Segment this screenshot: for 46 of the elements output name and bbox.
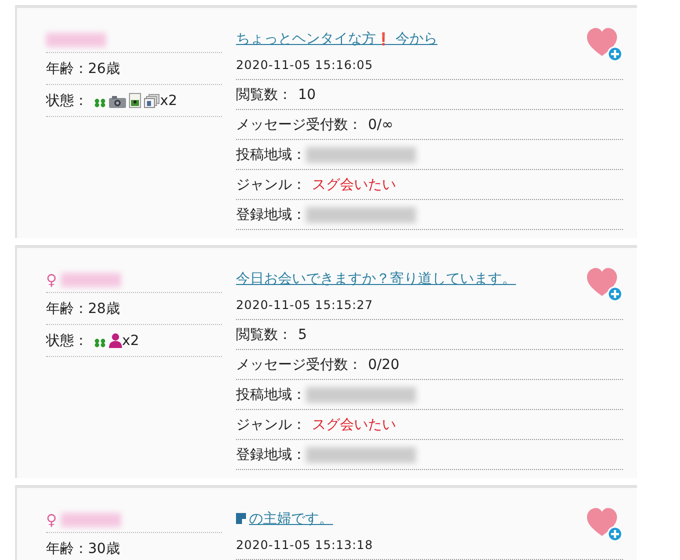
field-label: 投稿地域：: [236, 386, 306, 404]
gender-symbol: ♀: [46, 511, 57, 529]
blurred-name: [46, 33, 106, 47]
post-timestamp: 2020-11-05 15:13:18: [236, 538, 373, 552]
field-value: 0/20: [368, 356, 400, 372]
age-label: 年齢：: [46, 300, 88, 318]
post-title-link[interactable]: ちょっとヘンタイな方❗ 今から: [236, 30, 438, 48]
field-label: 投稿地域：: [236, 146, 306, 164]
age-label: 年齢：: [46, 540, 88, 558]
age-value: 26歳: [88, 60, 120, 78]
age-value: 30歳: [88, 540, 120, 558]
age-label: 年齢：: [46, 60, 88, 78]
field-label: 閲覧数：: [236, 86, 292, 104]
field-value: 0/∞: [368, 116, 394, 132]
status-count: x2: [160, 92, 178, 108]
clover-icon: [94, 98, 106, 108]
age-value: 28歳: [88, 300, 120, 318]
heart-plus-icon[interactable]: [587, 268, 623, 302]
heart-plus-icon[interactable]: [587, 28, 623, 62]
post-title-link[interactable]: の主婦です。: [236, 510, 333, 528]
field-label: 登録地域：: [236, 446, 306, 464]
blurred-name: [61, 273, 121, 287]
post-timestamp: 2020-11-05 15:15:27: [236, 298, 373, 312]
field-label: 閲覧数：: [236, 326, 292, 344]
field-label: ジャンル：: [236, 416, 306, 434]
person-icon: [109, 333, 122, 348]
genre-value: スグ会いたい: [312, 176, 396, 194]
blurred-name: [61, 513, 121, 527]
field-label: メッセージ受付数：: [236, 116, 362, 134]
field-value: 10: [298, 86, 316, 102]
field-value: 5: [298, 326, 307, 342]
status-label: 状態：: [46, 332, 88, 350]
camera-icon: [109, 96, 126, 108]
post-timestamp: 2020-11-05 15:16:05: [236, 58, 373, 72]
status-label: 状態：: [46, 92, 88, 110]
photos-icon: [144, 94, 160, 108]
field-label: ジャンル：: [236, 176, 306, 194]
field-label: メッセージ受付数：: [236, 356, 362, 374]
genre-value: スグ会いたい: [312, 416, 396, 434]
status-count: x2: [122, 332, 140, 348]
photo-icon: [129, 93, 141, 108]
heart-plus-icon[interactable]: [587, 508, 623, 542]
clover-icon: [94, 338, 106, 348]
post-title-link[interactable]: 今日お会いできますか？寄り道しています。: [236, 270, 516, 288]
gender-symbol: ♀: [46, 271, 57, 289]
field-label: 登録地域：: [236, 206, 306, 224]
